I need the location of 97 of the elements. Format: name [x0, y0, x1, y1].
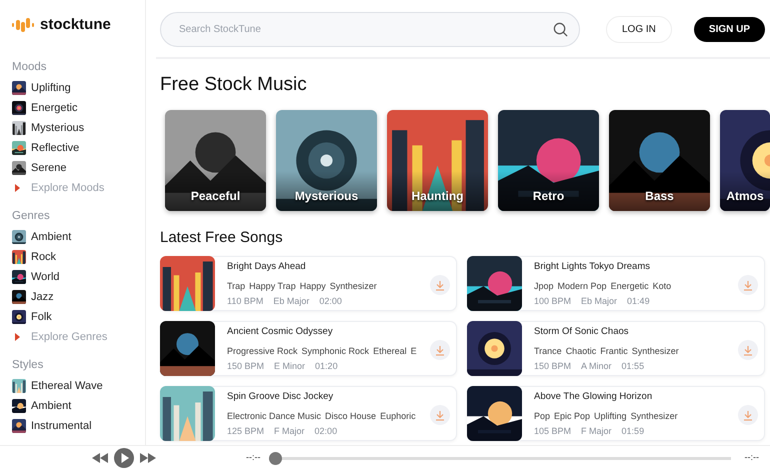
duration-text: 02:00	[314, 425, 338, 437]
category-card[interactable]: Mysterious	[276, 110, 377, 210]
tag[interactable]: Happy Trap	[249, 280, 296, 292]
category-label: Mysterious	[294, 188, 360, 204]
tag[interactable]: Trap	[227, 280, 246, 292]
section-heading: Genres	[12, 208, 51, 224]
tag[interactable]: Frantic	[600, 345, 628, 357]
elapsed-time: --:--	[246, 451, 260, 464]
song-title[interactable]: Bright Lights Tokyo Dreams	[534, 261, 736, 273]
sidebar-item[interactable]: Reflective	[12, 138, 145, 158]
song-title[interactable]: Bright Days Ahead	[227, 261, 428, 273]
song-title[interactable]: Ancient Cosmic Odyssey	[227, 326, 428, 338]
category-card[interactable]: Haunting	[387, 110, 488, 210]
tag[interactable]: Uplifting	[594, 410, 627, 422]
key-text: Eb Major	[273, 295, 310, 307]
key-text: E Minor	[274, 360, 306, 372]
bpm-text: 150 BPM	[534, 360, 572, 372]
progress-thumb[interactable]	[268, 452, 282, 464]
bpm-text: 125 BPM	[227, 425, 264, 437]
bpm-text: 110 BPM	[227, 295, 264, 307]
tag[interactable]: Epic Pop	[554, 410, 590, 422]
brand-name: stocktune	[40, 15, 111, 35]
duration-text: 02:00	[319, 295, 342, 307]
tag[interactable]: Jpop	[534, 280, 554, 292]
tag[interactable]: Koto	[652, 280, 672, 292]
forward-button[interactable]	[140, 453, 156, 463]
download-icon	[435, 410, 445, 420]
category-label: Atmos	[725, 188, 765, 204]
duration-text: 01:49	[627, 295, 650, 307]
sidebar-item[interactable]: Energetic	[12, 98, 145, 118]
search-icon[interactable]	[553, 22, 568, 37]
tag[interactable]: Synthesizer	[632, 345, 679, 357]
sidebar-item[interactable]: Ambient	[12, 396, 145, 416]
rewind-button[interactable]	[92, 453, 108, 463]
tag[interactable]: Ethereal	[373, 345, 407, 357]
tag[interactable]: Chaotic	[566, 345, 596, 357]
key-text: Eb Major	[581, 295, 618, 307]
bpm-text: 105 BPM	[534, 425, 572, 437]
sidebar-item[interactable]: Mysterious	[12, 118, 145, 138]
tag[interactable]: Disco House	[325, 410, 376, 422]
key-text: F Major	[274, 425, 305, 437]
tag[interactable]: Electronic Dance Music	[227, 410, 322, 422]
logo-icon	[12, 18, 36, 32]
category-label: Haunting	[410, 188, 464, 204]
sidebar-item[interactable]: Serene	[12, 158, 145, 178]
category-label: Retro	[532, 188, 566, 204]
tag[interactable]: Synthesizer	[330, 280, 377, 292]
sidebar-item[interactable]: Uplifting	[12, 78, 145, 98]
tag[interactable]: Trance	[534, 345, 562, 357]
search-field[interactable]: Search StockTune	[160, 12, 580, 47]
download-icon	[435, 280, 445, 290]
sidebar-item[interactable]: Jazz	[12, 287, 145, 307]
category-card[interactable]: Atmos	[720, 110, 770, 210]
forward-icon	[140, 453, 156, 463]
rewind-icon	[92, 453, 108, 463]
duration-text: 01:20	[315, 360, 338, 372]
tag[interactable]: Progressive Rock	[227, 345, 298, 357]
key-text: F Major	[581, 425, 612, 437]
tag[interactable]: Modern Pop	[558, 280, 607, 292]
section-heading: Moods	[12, 60, 48, 74]
sidebar-item[interactable]: World	[12, 267, 145, 287]
category-card[interactable]: Bass	[609, 110, 710, 210]
tag[interactable]: Symphonic Rock	[302, 345, 370, 357]
download-icon	[743, 280, 753, 290]
category-card[interactable]: Retro	[498, 110, 599, 210]
bpm-text: 150 BPM	[227, 360, 264, 372]
category-card[interactable]: Peaceful	[165, 110, 266, 210]
sidebar-item[interactable]: Folk	[12, 307, 145, 327]
remaining-time: --:--	[744, 451, 759, 464]
tag[interactable]: Happy	[300, 280, 326, 292]
song-title[interactable]: Storm Of Sonic Chaos	[534, 326, 736, 338]
tag[interactable]: E	[410, 345, 417, 357]
section-title: Latest Free Songs	[160, 228, 284, 248]
tag[interactable]: Synthesizer	[630, 410, 678, 422]
tag[interactable]: Euphoric	[380, 410, 416, 422]
sidebar-item[interactable]: Ambient	[12, 227, 145, 247]
category-label: Peaceful	[190, 188, 242, 204]
bpm-text: 100 BPM	[534, 295, 572, 307]
song-title[interactable]: Spin Groove Disc Jockey	[227, 391, 428, 403]
sidebar-item[interactable]: Instrumental	[12, 416, 145, 436]
song-title[interactable]: Above The Glowing Horizon	[534, 391, 736, 403]
signup-button[interactable]: SIGN UP	[694, 17, 766, 42]
section-heading: Styles	[12, 358, 44, 373]
download-icon	[743, 344, 753, 356]
sidebar-item[interactable]: Rock	[12, 247, 145, 267]
duration-text: 01:59	[622, 425, 644, 437]
tag[interactable]: Energetic	[610, 280, 649, 292]
login-button[interactable]: LOG IN	[606, 16, 672, 43]
category-label: Bass	[644, 188, 675, 204]
download-icon	[435, 344, 445, 356]
play-button[interactable]	[114, 448, 134, 468]
tag[interactable]: Pop	[534, 410, 550, 422]
download-icon	[743, 410, 753, 420]
section-title: Free Stock Music	[160, 73, 308, 97]
duration-text: 01:55	[622, 360, 644, 372]
sidebar-item[interactable]: Ethereal Wave	[12, 376, 145, 396]
key-text: A Minor	[581, 360, 612, 372]
